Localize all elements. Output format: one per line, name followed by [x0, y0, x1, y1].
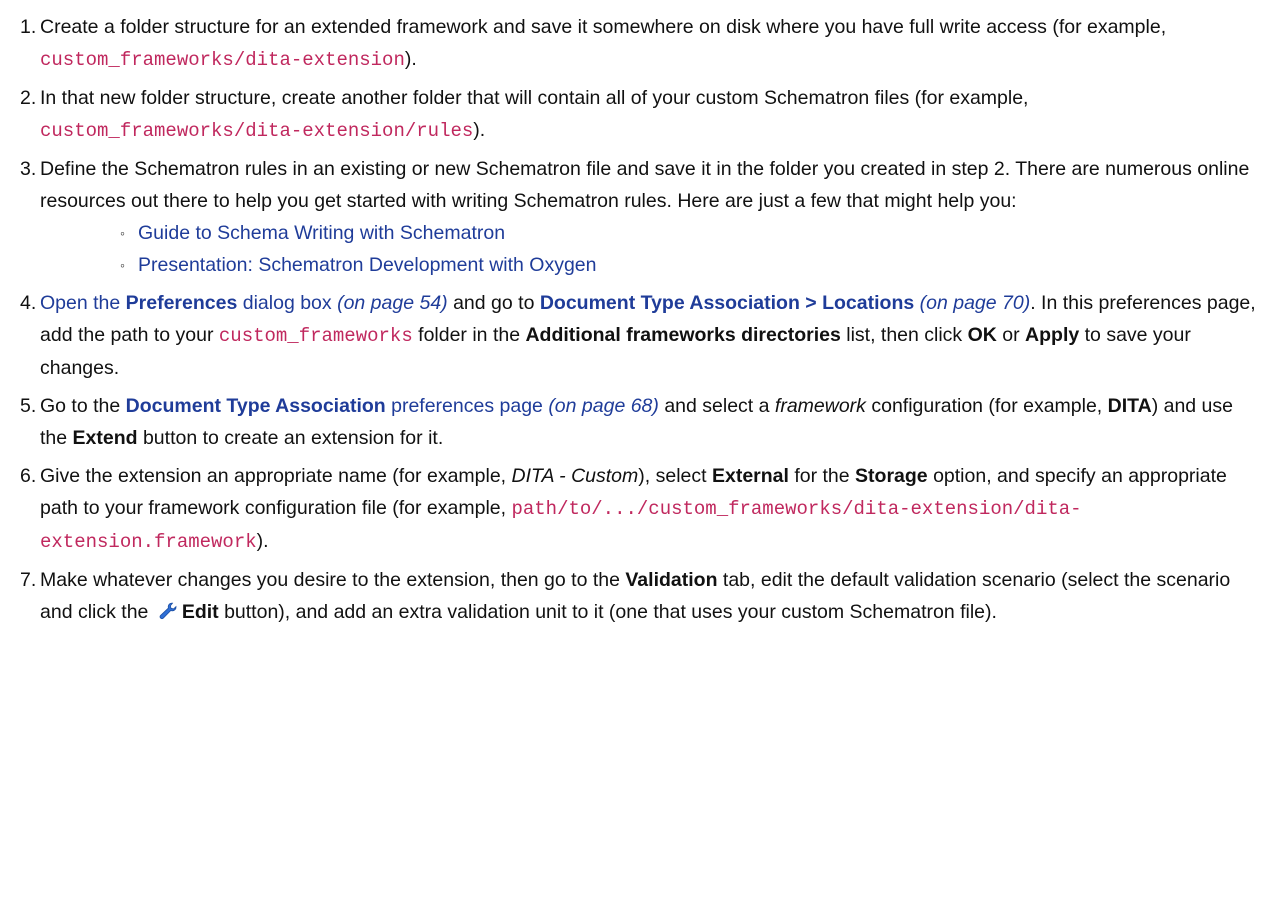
step-text: or: [996, 324, 1026, 346]
step-6: 6. Give the extension an appropriate nam…: [20, 460, 1257, 558]
dita-label: DITA: [1107, 395, 1152, 417]
ok-label: OK: [967, 324, 997, 346]
step-2: 2. In that new folder structure, create …: [20, 82, 1257, 147]
edit-label: Edit: [181, 601, 219, 623]
step-text: folder in the: [412, 324, 526, 346]
framework-term: framework: [774, 395, 866, 417]
step-number: 5.: [20, 395, 37, 417]
circle-bullet-icon: ◦: [120, 225, 125, 241]
list-item: ◦ Presentation: Schematron Development w…: [120, 249, 1257, 281]
step-text: Give the extension an appropriate name (…: [40, 465, 512, 487]
open-preferences-link[interactable]: Open the Preferences dialog box: [40, 292, 332, 314]
resource-links: ◦ Guide to Schema Writing with Schematro…: [40, 217, 1257, 281]
step-text: In that new folder structure, create ano…: [40, 87, 1029, 109]
extend-label: Extend: [72, 427, 138, 449]
step-text: ), select: [638, 465, 712, 487]
link-text: dialog box: [237, 292, 332, 314]
step-number: 6.: [20, 465, 37, 487]
step-4: 4. Open the Preferences dialog box (on p…: [20, 287, 1257, 384]
preferences-label: Preferences: [125, 292, 238, 314]
step-text: Make whatever changes you desire to the …: [40, 569, 626, 591]
additional-frameworks-label: Additional frameworks directories: [525, 324, 841, 346]
schematron-guide-link[interactable]: Guide to Schema Writing with Schematron: [138, 222, 505, 244]
step-text: button to create an extension for it.: [137, 427, 444, 449]
step-text: list, then click: [840, 324, 968, 346]
step-number: 4.: [20, 292, 37, 314]
step-text: Create a folder structure for an extende…: [40, 16, 1167, 38]
page-reference[interactable]: (on page 54): [337, 292, 448, 314]
list-item: ◦ Guide to Schema Writing with Schematro…: [120, 217, 1257, 249]
step-text: for the: [788, 465, 856, 487]
step-number: 7.: [20, 569, 37, 591]
step-3: 3. Define the Schematron rules in an exi…: [20, 153, 1257, 281]
custom-name: DITA - Custom: [511, 465, 639, 487]
document-type-association-link[interactable]: Document Type Association preferences pa…: [126, 395, 543, 417]
step-1: 1. Create a folder structure for an exte…: [20, 11, 1257, 76]
step-text: and select a: [658, 395, 775, 417]
step-text: ).: [256, 530, 269, 552]
page-reference[interactable]: (on page 68): [548, 395, 659, 417]
document-page: 1. Create a folder structure for an exte…: [0, 0, 1269, 904]
apply-label: Apply: [1025, 324, 1080, 346]
step-number: 3.: [20, 158, 37, 180]
step-text: button), and add an extra validation uni…: [218, 601, 997, 623]
step-text: and go to: [447, 292, 540, 314]
step-text: ).: [473, 119, 486, 141]
step-text: Define the Schematron rules in an existi…: [40, 158, 1250, 212]
wrench-icon: [158, 598, 178, 630]
code-path: custom_frameworks/dita-extension: [40, 49, 405, 71]
procedure-steps: 1. Create a folder structure for an exte…: [20, 11, 1257, 630]
step-number: 2.: [20, 87, 37, 109]
step-7: 7. Make whatever changes you desire to t…: [20, 564, 1257, 630]
page-reference[interactable]: (on page 70): [920, 292, 1031, 314]
dta-label: Document Type Association: [125, 395, 386, 417]
storage-label: Storage: [855, 465, 928, 487]
locations-link[interactable]: Document Type Association > Locations: [540, 292, 914, 314]
validation-label: Validation: [625, 569, 718, 591]
circle-bullet-icon: ◦: [120, 257, 125, 273]
code-path: custom_frameworks: [218, 325, 413, 347]
link-text: Open the: [40, 292, 126, 314]
step-text: Go to the: [40, 395, 126, 417]
external-label: External: [711, 465, 789, 487]
code-path: custom_frameworks/dita-extension/rules: [40, 120, 474, 142]
step-number: 1.: [20, 16, 37, 38]
step-text: ).: [404, 48, 417, 70]
link-text: preferences page: [385, 395, 543, 417]
schematron-presentation-link[interactable]: Presentation: Schematron Development wit…: [138, 254, 597, 276]
locations-label: Document Type Association > Locations: [539, 292, 915, 314]
step-5: 5. Go to the Document Type Association p…: [20, 390, 1257, 454]
step-text: configuration (for example,: [865, 395, 1108, 417]
